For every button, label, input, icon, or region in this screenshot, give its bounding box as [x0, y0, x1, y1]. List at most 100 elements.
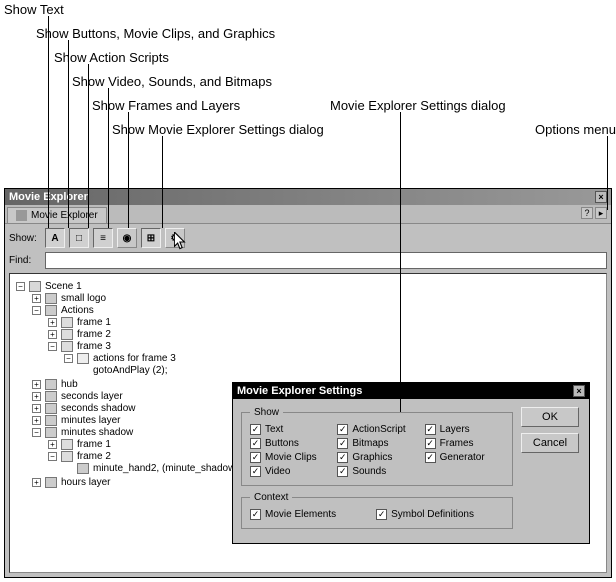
- tree-node[interactable]: + frame 1: [48, 439, 111, 450]
- collapse-icon[interactable]: −: [64, 354, 73, 363]
- tree-scene[interactable]: −Scene 1: [16, 281, 82, 292]
- checkbox-generator[interactable]: ✓Generator: [425, 452, 504, 463]
- checkbox-actionscript[interactable]: ✓ActionScript: [337, 424, 416, 435]
- expand-icon[interactable]: +: [32, 392, 41, 401]
- callout-show-text: Show Text: [4, 2, 64, 17]
- frame-icon: [61, 329, 73, 340]
- show-label: Show:: [9, 233, 41, 244]
- movie-explorer-settings-dialog: Movie Explorer Settings × Show ✓Text ✓Ac…: [232, 382, 590, 544]
- checkbox-text[interactable]: ✓Text: [250, 424, 329, 435]
- cancel-button[interactable]: Cancel: [521, 433, 579, 453]
- tree-node[interactable]: +frame 1: [48, 317, 111, 328]
- tab-movie-explorer[interactable]: Movie Explorer: [7, 207, 107, 223]
- tree-node[interactable]: +seconds layer: [32, 391, 123, 402]
- tree-node[interactable]: gotoAndPlay (2);: [80, 365, 168, 376]
- collapse-icon[interactable]: −: [32, 306, 41, 315]
- show-actions-button[interactable]: ≡: [93, 228, 113, 248]
- tree-label: hub: [61, 379, 78, 390]
- panel-close-icon[interactable]: ×: [595, 191, 607, 203]
- tree-label: small logo: [61, 293, 106, 304]
- checkbox-buttons[interactable]: ✓Buttons: [250, 438, 329, 449]
- expand-icon[interactable]: +: [48, 318, 57, 327]
- show-settings-button[interactable]: ⚙: [165, 228, 185, 248]
- tree-label: minute_hand2, (minute_shadow): [93, 463, 239, 474]
- tree-node[interactable]: +minutes layer: [32, 415, 120, 426]
- tree-node[interactable]: + hours layer: [32, 477, 110, 488]
- tree-label: frame 2: [77, 329, 111, 340]
- clip-icon: [45, 293, 57, 304]
- clip-icon: [45, 305, 57, 316]
- help-icon[interactable]: ?: [581, 207, 593, 219]
- checkbox-movie-clips[interactable]: ✓Movie Clips: [250, 452, 329, 463]
- tree-spacer: [64, 464, 73, 473]
- expand-icon[interactable]: +: [32, 416, 41, 425]
- callout-options-menu: Options menu: [535, 122, 616, 137]
- checkbox-graphics[interactable]: ✓Graphics: [337, 452, 416, 463]
- dialog-close-icon[interactable]: ×: [573, 385, 585, 397]
- context-legend: Context: [250, 492, 292, 503]
- tree-spacer: [80, 366, 89, 375]
- tree-node[interactable]: − frame 2: [48, 451, 111, 462]
- find-label: Find:: [9, 255, 41, 266]
- tree-label: frame 2: [77, 451, 111, 462]
- context-fieldset: Context ✓Movie Elements ✓Symbol Definiti…: [241, 492, 513, 529]
- tree-label: hours layer: [61, 477, 110, 488]
- tree-label: gotoAndPlay (2);: [93, 365, 168, 376]
- tree-label: seconds shadow: [61, 403, 136, 414]
- panel-titlebar[interactable]: Movie Explorer ×: [5, 189, 611, 205]
- tree-node[interactable]: minute_hand2, (minute_shadow): [64, 463, 239, 474]
- clip-icon: [45, 391, 57, 402]
- ok-button[interactable]: OK: [521, 407, 579, 427]
- expand-icon[interactable]: +: [48, 330, 57, 339]
- checkbox-layers[interactable]: ✓Layers: [425, 424, 504, 435]
- expand-icon[interactable]: +: [32, 478, 41, 487]
- checkbox-bitmaps[interactable]: ✓Bitmaps: [337, 438, 416, 449]
- collapse-icon[interactable]: −: [32, 428, 41, 437]
- checkbox-sounds[interactable]: ✓Sounds: [337, 466, 416, 477]
- clip-icon: [45, 427, 57, 438]
- clip-icon: [45, 379, 57, 390]
- callout-show-video: Show Video, Sounds, and Bitmaps: [72, 74, 272, 89]
- callout-dialog-title: Movie Explorer Settings dialog: [330, 98, 506, 113]
- show-text-button[interactable]: A: [45, 228, 65, 248]
- expand-icon[interactable]: +: [32, 380, 41, 389]
- tree-node[interactable]: −minutes shadow: [32, 427, 133, 438]
- clip-icon: [45, 403, 57, 414]
- expand-icon[interactable]: +: [48, 440, 57, 449]
- tree-label: frame 3: [77, 341, 111, 352]
- tree-node[interactable]: − frame 3: [48, 341, 111, 352]
- frame-icon: [61, 317, 73, 328]
- expand-icon[interactable]: +: [32, 404, 41, 413]
- frame-icon: [61, 341, 73, 352]
- checkbox-video[interactable]: ✓Video: [250, 466, 329, 477]
- show-frames-button[interactable]: ⊞: [141, 228, 161, 248]
- scene-icon: [29, 281, 41, 292]
- tree-node[interactable]: −Actions: [32, 305, 94, 316]
- tree-node[interactable]: + frame 2: [48, 329, 111, 340]
- checkbox-frames[interactable]: ✓Frames: [425, 438, 504, 449]
- expand-icon[interactable]: +: [32, 294, 41, 303]
- dialog-titlebar[interactable]: Movie Explorer Settings ×: [233, 383, 589, 399]
- tree-node[interactable]: + small logo: [32, 293, 106, 304]
- show-buttons-button[interactable]: □: [69, 228, 89, 248]
- action-icon: [77, 353, 89, 364]
- clip-icon: [45, 477, 57, 488]
- find-row: Find:: [9, 252, 607, 269]
- collapse-icon[interactable]: −: [48, 452, 57, 461]
- tree-node[interactable]: −actions for frame 3: [64, 353, 176, 364]
- options-menu-icon[interactable]: ▸: [595, 207, 607, 219]
- clip-icon: [45, 415, 57, 426]
- collapse-icon[interactable]: −: [48, 342, 57, 351]
- checkbox-symbol-definitions[interactable]: ✓Symbol Definitions: [376, 509, 474, 520]
- collapse-icon[interactable]: −: [16, 282, 25, 291]
- show-video-button[interactable]: ◉: [117, 228, 137, 248]
- tree-node[interactable]: + hub: [32, 379, 78, 390]
- checkbox-movie-elements[interactable]: ✓Movie Elements: [250, 509, 336, 520]
- callout-show-buttons: Show Buttons, Movie Clips, and Graphics: [36, 26, 275, 41]
- panel-title: Movie Explorer: [9, 191, 88, 203]
- tree-label: frame 1: [77, 439, 111, 450]
- find-input[interactable]: [45, 252, 607, 269]
- tree-node[interactable]: + seconds shadow: [32, 403, 136, 414]
- show-fieldset: Show ✓Text ✓ActionScript ✓Layers ✓Button…: [241, 407, 513, 486]
- panel-tab-row: Movie Explorer ? ▸: [5, 205, 611, 224]
